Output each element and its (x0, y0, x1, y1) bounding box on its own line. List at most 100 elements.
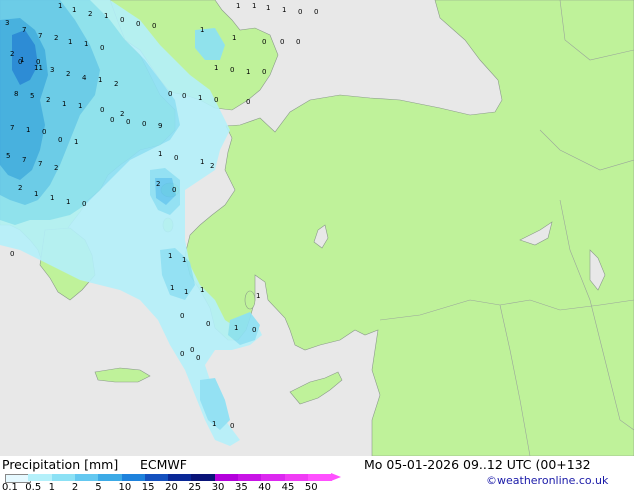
precip-value: 1 (98, 76, 102, 84)
precip-value: 1 (78, 102, 82, 110)
precip-value: 8 (14, 90, 18, 98)
precip-value: 2 (88, 10, 92, 18)
scale-label-6: 15 (141, 482, 155, 490)
precip-value: 0 (314, 8, 318, 16)
landmass-rhodes (244, 290, 256, 310)
precip-value: 1 (252, 2, 256, 10)
scale-color-6 (144, 474, 169, 481)
precip-value: 0 (196, 354, 200, 362)
precip-value: 0 (246, 98, 250, 106)
precip-value: 0 (100, 106, 104, 114)
precip-value: 7 (10, 124, 14, 132)
precip-value: 7 (22, 156, 26, 164)
precip-value: 5 (30, 92, 34, 100)
precip-value: 1 (184, 288, 188, 296)
precip-value: 1 (256, 292, 260, 300)
precip-value: 4 (82, 74, 87, 82)
precip-value: 0 (110, 116, 114, 124)
scale-label-7: 20 (165, 482, 178, 490)
scale-label-10: 35 (235, 482, 248, 490)
scale-label-12: 45 (281, 482, 295, 490)
precip-value: 2 (114, 80, 118, 88)
precip-value: 5 (6, 152, 10, 160)
weather-map-view: 3 1 1 2 1 0 0 0 1 1 1 1 1 0 0 7 7 2 1 1 0 1 0 0 0 2 1 0 0 11 3 2 4 1 2 1 0 1 0… (0, 0, 634, 490)
precip-value: 0 (172, 186, 176, 194)
precip-value: 0 (126, 118, 130, 126)
precip-value: 1 (170, 284, 174, 292)
precip-value: 1 (246, 68, 250, 76)
precip-value: 2 (54, 34, 58, 42)
scale-color-2 (51, 474, 76, 481)
scale-color-11 (261, 474, 286, 481)
precip-value: 1 (104, 12, 108, 20)
precip-value: 2 (156, 180, 160, 188)
legend-title: Precipitation [mm] (2, 457, 119, 472)
precip-value: 1 (68, 38, 72, 46)
precip-value: 1 (168, 252, 172, 260)
precip-value: 2 (18, 184, 22, 192)
precip-value: 7 (38, 32, 42, 40)
precip-value: 2 (46, 96, 50, 104)
precip-value: 1 (62, 100, 66, 108)
model-name: ECMWF (140, 457, 187, 472)
scale-color-9 (214, 474, 239, 481)
scale-color-12 (284, 474, 309, 481)
precip-value: 1 (266, 4, 270, 12)
precip-value: 1 (234, 324, 238, 332)
precip-value: 1 (214, 64, 218, 72)
precip-value: 11 (34, 64, 43, 72)
legend-panel: Precipitation [mm] ECMWF Mo 05-01-2026 0… (0, 456, 634, 490)
precip-value: 1 (200, 158, 204, 166)
precip-value: 0 (120, 16, 124, 24)
precip-value: 0 (296, 38, 300, 46)
precip-value: 0 (18, 58, 22, 66)
scale-color-1 (28, 474, 53, 481)
scale-label-8: 25 (188, 482, 202, 490)
scale-label-11: 40 (258, 482, 272, 490)
scale-color-13 (307, 474, 332, 481)
scale-color-3 (74, 474, 99, 481)
precip-value: 1 (72, 6, 76, 14)
precip-value: 0 (206, 320, 210, 328)
credit-link[interactable]: ©weatheronline.co.uk (486, 474, 608, 488)
scale-color-8 (191, 474, 216, 481)
precip-value: 1 (182, 256, 186, 264)
precip-value: 0 (180, 350, 184, 358)
precip-value: 0 (180, 312, 184, 320)
precip-value: 3 (5, 19, 9, 27)
precip-value: 1 (282, 6, 286, 14)
precip-value: 0 (298, 8, 302, 16)
precip-value: 3 (50, 66, 54, 74)
precip-value: 0 (230, 422, 234, 430)
precip-value: 1 (26, 126, 30, 134)
precip-value: 1 (232, 34, 236, 42)
precip-value: 0 (42, 128, 46, 136)
precip-value: 2 (10, 50, 14, 58)
forecast-timestamp: Mo 05-01-2026 09..12 UTC (00+132 (364, 457, 591, 472)
precip-value: 1 (66, 198, 70, 206)
precip-value: 2 (210, 162, 214, 170)
precip-value: 0 (214, 96, 218, 104)
scale-color-10 (238, 474, 262, 481)
scale-color-4 (98, 474, 122, 481)
precip-value: 2 (66, 70, 70, 78)
precip-value: 2 (54, 164, 58, 172)
scale-label-0: 0.1 (2, 482, 18, 490)
precip-value: 7 (38, 160, 42, 168)
precip-value: 0 (280, 38, 284, 46)
scale-color-7 (168, 474, 192, 481)
precip-value: 0 (262, 38, 266, 46)
scale-label-4: 5 (95, 482, 102, 490)
precip-value: 1 (198, 94, 202, 102)
precip-value: 0 (136, 20, 140, 28)
precip-value: 1 (200, 286, 204, 294)
scale-label-1: 0.5 (25, 482, 42, 490)
precip-value: 0 (58, 136, 62, 144)
precip-value: 0 (190, 346, 194, 354)
precip-value: 1 (158, 150, 162, 158)
precip-value: 1 (50, 194, 54, 202)
scale-label-9: 30 (211, 482, 225, 490)
scale-label-2: 1 (48, 482, 55, 490)
precip-value: 0 (168, 90, 172, 98)
precip-value: 0 (100, 44, 104, 52)
